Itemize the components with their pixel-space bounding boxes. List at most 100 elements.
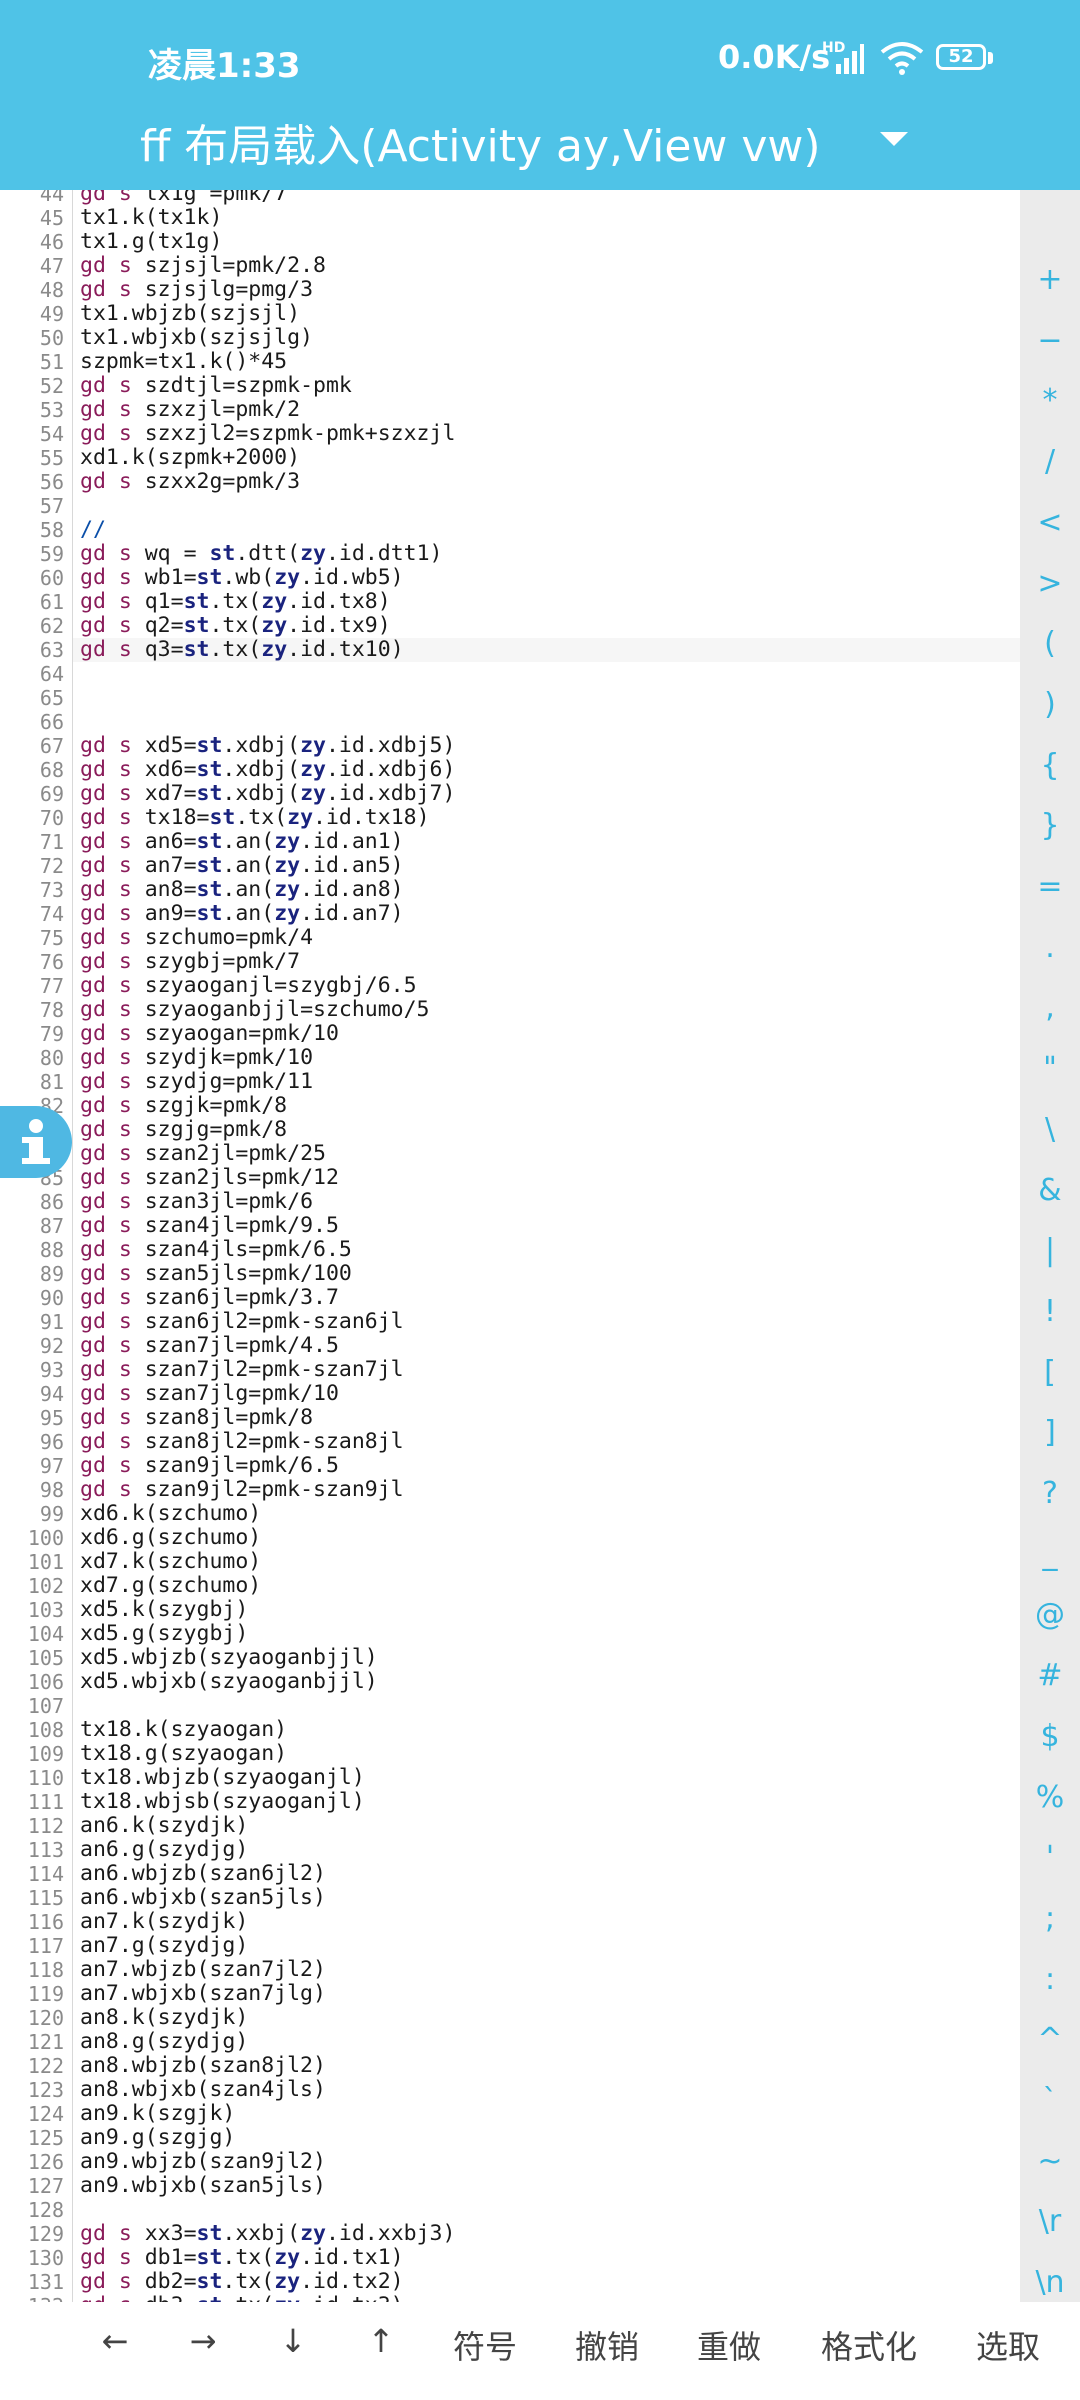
symbol-key[interactable]: % (1020, 1778, 1080, 1818)
code-line[interactable]: gd s wq = st.dtt(zy.id.dtt1) (80, 542, 442, 566)
dropdown-caret-icon[interactable] (880, 132, 908, 146)
code-line[interactable]: gd s szchumo=pmk/4 (80, 926, 313, 950)
symbol-key[interactable]: " (1020, 1049, 1080, 1089)
symbol-key[interactable]: ? (1020, 1474, 1080, 1514)
code-line[interactable]: xd7.g(szchumo) (80, 1574, 261, 1598)
code-line[interactable]: gd s db2=st.tx(zy.id.tx2) (80, 2270, 404, 2294)
code-line[interactable]: gd s szan3jl=pmk/6 (80, 1190, 313, 1214)
code-line[interactable]: an8.wbjxb(szan4jls) (80, 2078, 326, 2102)
code-line[interactable]: gd s szan6jl=pmk/3.7 (80, 1286, 339, 1310)
code-line[interactable]: gd s szxx2g=pmk/3 (80, 470, 300, 494)
code-editor[interactable]: 44 45 46 47 48 49 50 51 52 53 54 55 56 57 58 59 60 61 62 63… (0, 190, 1020, 2302)
code-line[interactable]: gd s tx18=st.tx(zy.id.tx18) (80, 806, 430, 830)
code-line[interactable]: gd s szyaogan=pmk/10 (80, 1022, 339, 1046)
code-line[interactable]: gd s xd5=st.xdbj(zy.id.xdbj5) (80, 734, 455, 758)
code-line[interactable]: gd s szxzjl2=szpmk-pmk+szxzjl (80, 422, 455, 446)
code-line[interactable]: an8.k(szydjk) (80, 2006, 248, 2030)
symbol-key[interactable]: = (1020, 867, 1080, 907)
code-line[interactable]: // (80, 518, 106, 542)
symbol-key[interactable]: [ (1020, 1353, 1080, 1393)
symbol-key[interactable]: _ (1020, 1535, 1080, 1575)
symbol-key[interactable]: ~ (1020, 2142, 1080, 2182)
code-line[interactable]: tx1.k(tx1k) (80, 206, 222, 230)
code-line[interactable]: gd s szxzjl=pmk/2 (80, 398, 300, 422)
code-line[interactable]: tx18.k(szyaogan) (80, 1718, 287, 1742)
code-line[interactable]: gd s xd6=st.xdbj(zy.id.xdbj6) (80, 758, 455, 782)
code-line[interactable]: xd6.g(szchumo) (80, 1526, 261, 1550)
code-line[interactable]: gd s szan9jl=pmk/6.5 (80, 1454, 339, 1478)
symbol-key[interactable]: \ (1020, 1110, 1080, 1150)
code-line[interactable]: gd s szjsjlg=pmg/3 (80, 278, 313, 302)
code-line[interactable]: gd s szan4jl=pmk/9.5 (80, 1214, 339, 1238)
symbol-key[interactable]: } (1020, 806, 1080, 846)
code-line[interactable]: tx18.wbjzb(szyaoganjl) (80, 1766, 365, 1790)
code-line[interactable]: xd5.wbjzb(szyaoganbjjl) (80, 1646, 378, 1670)
symbol-key[interactable]: ^ (1020, 2020, 1080, 2060)
symbol-key[interactable]: , (1020, 988, 1080, 1028)
code-line[interactable]: gd s szyaoganbjjl=szchumo/5 (80, 998, 430, 1022)
symbol-key[interactable]: ' (1020, 1838, 1080, 1878)
code-line[interactable]: gd s q3=st.tx(zy.id.tx10) (80, 638, 404, 662)
code-line[interactable]: gd s tx1g =pmk/7 (80, 190, 287, 206)
code-line[interactable]: an7.wbjxb(szan7jlg) (80, 1982, 326, 2006)
code-line[interactable]: gd s szydjg=pmk/11 (80, 1070, 313, 1094)
code-line[interactable]: tx18.wbjsb(szyaoganjl) (80, 1790, 365, 1814)
select-button[interactable]: 选取 (972, 2322, 1044, 2368)
code-line[interactable]: xd5.g(szygbj) (80, 1622, 248, 1646)
code-line[interactable]: an7.g(szydjg) (80, 1934, 248, 1958)
code-line[interactable]: an6.g(szydjg) (80, 1838, 248, 1862)
code-line[interactable]: gd s q2=st.tx(zy.id.tx9) (80, 614, 391, 638)
code-line[interactable]: tx1.wbjzb(szjsjl) (80, 302, 300, 326)
code-line[interactable]: gd s szygbj=pmk/7 (80, 950, 300, 974)
symbol-key[interactable]: ! (1020, 1292, 1080, 1332)
symbol-key[interactable]: < (1020, 503, 1080, 543)
code-line[interactable]: gd s wb1=st.wb(zy.id.wb5) (80, 566, 404, 590)
code-line[interactable]: gd s szydjk=pmk/10 (80, 1046, 313, 1070)
code-line[interactable]: gd s szgjg=pmk/8 (80, 1118, 287, 1142)
code-line[interactable]: gd s q1=st.tx(zy.id.tx8) (80, 590, 391, 614)
code-line[interactable]: gd s an8=st.an(zy.id.an8) (80, 878, 404, 902)
symbol-key[interactable]: + (1020, 260, 1080, 300)
code-line[interactable]: an9.wbjzb(szan9jl2) (80, 2150, 326, 2174)
symbol-key[interactable]: / (1020, 442, 1080, 482)
code-line[interactable]: an8.wbjzb(szan8jl2) (80, 2054, 326, 2078)
undo-button[interactable]: 撤销 (572, 2322, 642, 2368)
code-line[interactable]: gd s szan8jl=pmk/8 (80, 1406, 313, 1430)
symbol-key[interactable]: \r (1020, 2202, 1080, 2242)
code-line[interactable]: gd s szan5jls=pmk/100 (80, 1262, 352, 1286)
code-line[interactable]: gd s szyaoganjl=szygbj/6.5 (80, 974, 417, 998)
code-line[interactable]: xd6.k(szchumo) (80, 1502, 261, 1526)
symbol-key[interactable]: * (1020, 381, 1080, 421)
cursor-right-button[interactable]: → (180, 2322, 226, 2360)
symbol-key[interactable]: & (1020, 1171, 1080, 1211)
code-line[interactable]: an8.g(szydjg) (80, 2030, 248, 2054)
cursor-left-button[interactable]: ← (92, 2322, 138, 2360)
code-line[interactable]: xd5.k(szygbj) (80, 1598, 248, 1622)
redo-button[interactable]: 重做 (694, 2322, 764, 2368)
symbol-key[interactable]: $ (1020, 1717, 1080, 1757)
code-line[interactable]: an6.wbjzb(szan6jl2) (80, 1862, 326, 1886)
code-line[interactable]: gd s an9=st.an(zy.id.an7) (80, 902, 404, 926)
symbol-key[interactable]: ) (1020, 685, 1080, 725)
code-line[interactable]: tx1.g(tx1g) (80, 230, 222, 254)
symbol-key[interactable]: # (1020, 1656, 1080, 1696)
code-line[interactable]: gd s szgjk=pmk/8 (80, 1094, 287, 1118)
symbol-key[interactable]: ` (1020, 2081, 1080, 2121)
code-line[interactable]: tx1.wbjxb(szjsjlg) (80, 326, 313, 350)
info-handle-icon[interactable] (0, 1106, 72, 1178)
format-button[interactable]: 格式化 (814, 2322, 924, 2368)
symbol-key[interactable]: ( (1020, 624, 1080, 664)
symbol-key[interactable]: \n (1020, 2263, 1080, 2303)
code-line[interactable]: gd s xd7=st.xdbj(zy.id.xdbj7) (80, 782, 455, 806)
symbol-key[interactable]: . (1020, 928, 1080, 968)
code-line[interactable]: xd5.wbjxb(szyaoganbjjl) (80, 1670, 378, 1694)
code-line[interactable]: gd s xx3=st.xxbj(zy.id.xxbj3) (80, 2222, 455, 2246)
code-line[interactable]: an7.wbjzb(szan7jl2) (80, 1958, 326, 1982)
symbol-key[interactable]: − (1020, 321, 1080, 361)
code-line[interactable]: szpmk=tx1.k()*45 (80, 350, 287, 374)
symbol-key[interactable]: | (1020, 1231, 1080, 1271)
code-line[interactable]: xd1.k(szpmk+2000) (80, 446, 300, 470)
function-title[interactable]: ff 布局载入(Activity ay,View vw) (140, 110, 821, 174)
symbol-key[interactable]: ] (1020, 1413, 1080, 1453)
code-line[interactable]: tx18.g(szyaogan) (80, 1742, 287, 1766)
